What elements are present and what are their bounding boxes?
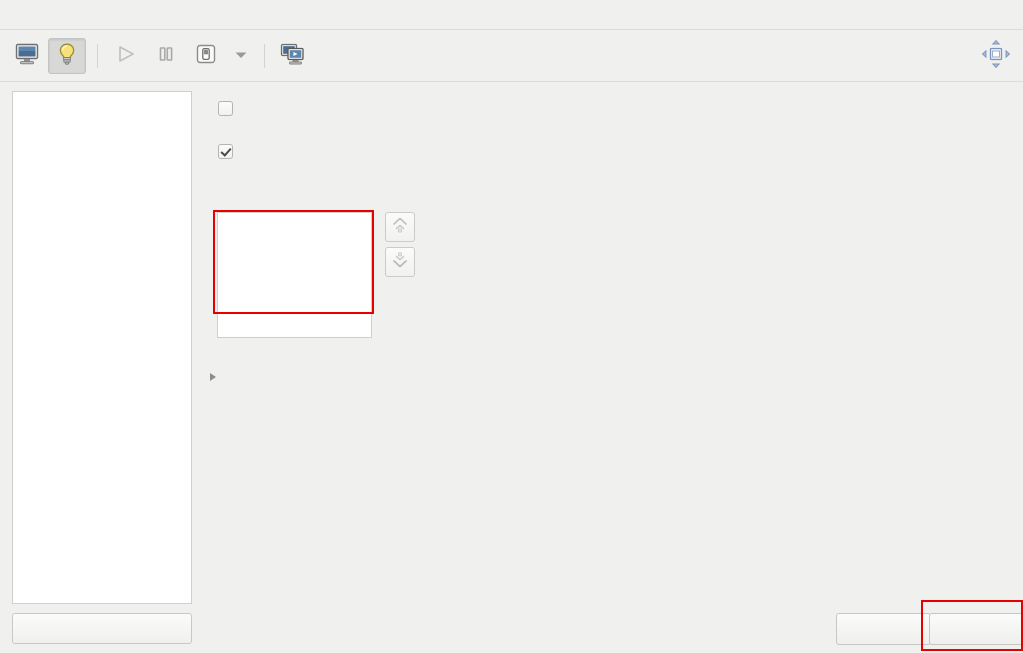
toolbar-pause-button[interactable] [147, 38, 185, 74]
boot-options-pane [200, 91, 1015, 591]
menu-virtual-machine[interactable] [28, 12, 46, 18]
boot-device-area [217, 212, 415, 338]
play-run-icon [115, 44, 137, 68]
lightbulb-details-icon [56, 42, 78, 70]
toolbar-separator-1 [97, 44, 98, 68]
chevron-down-icon [234, 49, 248, 64]
shutdown-power-icon [195, 43, 217, 69]
menu-send-key[interactable] [64, 12, 82, 18]
hardware-list-panel [12, 91, 192, 604]
menu-file[interactable] [10, 12, 28, 18]
menu-bar [0, 0, 1023, 30]
console-monitor-icon [15, 43, 39, 69]
chevron-down-double-icon [390, 250, 410, 274]
pause-icon [156, 44, 176, 68]
virt-manager-window [0, 0, 1023, 653]
toolbar-console-button[interactable] [8, 38, 46, 74]
direct-kernel-boot-expander[interactable] [210, 373, 225, 381]
cancel-button[interactable] [836, 613, 931, 645]
autostart-checkbox-row[interactable] [218, 101, 1015, 116]
boot-move-buttons [385, 212, 415, 282]
toolbar [0, 31, 1023, 82]
toolbar-details-button[interactable] [48, 38, 86, 74]
toolbar-run-button[interactable] [107, 38, 145, 74]
move-device-down-button[interactable] [385, 247, 415, 277]
enable-boot-menu-row[interactable] [218, 144, 1015, 159]
toolbar-snapshots-button[interactable] [274, 38, 312, 74]
add-hardware-button[interactable] [12, 613, 192, 644]
toolbar-shutdown-button[interactable] [187, 38, 225, 74]
expander-triangle-icon [210, 373, 216, 381]
apply-button[interactable] [929, 613, 1023, 645]
resize-to-vm-icon [981, 39, 1011, 73]
menu-view[interactable] [46, 12, 64, 18]
toolbar-fullscreen-button[interactable] [979, 39, 1013, 73]
chevron-up-double-icon [390, 215, 410, 239]
snapshots-icon [280, 43, 306, 69]
move-device-up-button[interactable] [385, 212, 415, 242]
boot-device-list[interactable] [217, 212, 372, 338]
enable-boot-menu-checkbox[interactable] [218, 144, 233, 159]
toolbar-separator-2 [264, 44, 265, 68]
autostart-checkbox[interactable] [218, 101, 233, 116]
hardware-list[interactable] [13, 92, 191, 603]
toolbar-shutdown-options-button[interactable] [227, 38, 255, 74]
